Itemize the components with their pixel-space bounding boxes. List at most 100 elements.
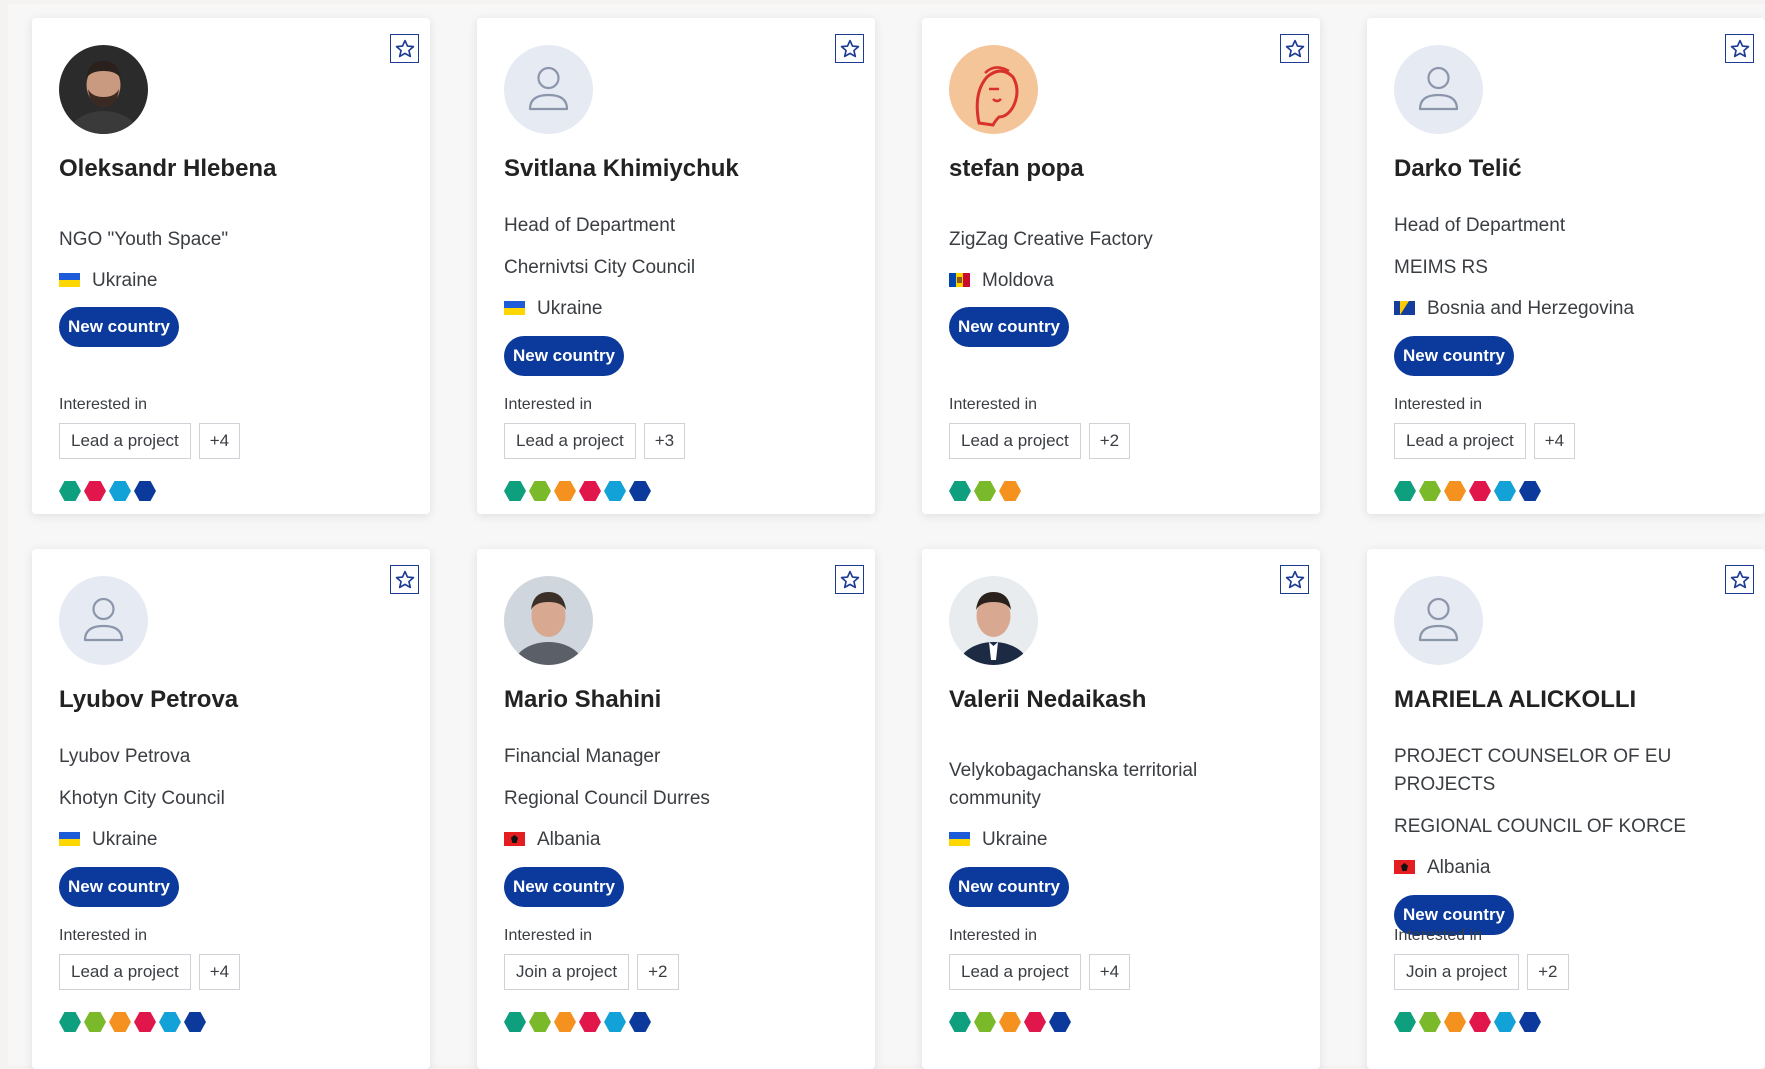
topic-orange-hexagon-icon (1444, 1012, 1466, 1032)
profile-illustration (949, 45, 1038, 134)
topic-red-hexagon-icon (1469, 481, 1491, 501)
star-icon (395, 39, 414, 57)
person-card[interactable]: stefan popa ZigZag Creative Factory Moldov… (922, 18, 1320, 514)
country-label: Ukraine (537, 298, 603, 319)
favorite-star-button[interactable] (1280, 565, 1309, 594)
person-card[interactable]: MARIELA ALICKOLLI PROJECT COUNSELOR OF EU… (1367, 549, 1765, 1069)
favorite-star-button[interactable] (835, 565, 864, 594)
placeholder-user-icon (504, 45, 593, 134)
favorite-star-button[interactable] (390, 34, 419, 63)
interested-in-label: Interested in (1394, 927, 1483, 944)
more-interests-count[interactable]: +4 (1088, 954, 1131, 990)
more-interests-count[interactable]: +4 (198, 954, 241, 990)
person-country: Bosnia and Herzegovina (1394, 295, 1734, 323)
interest-tags: Lead a project +4 (1394, 423, 1576, 459)
topic-teal-hexagon-icon (1394, 481, 1416, 501)
new-country-badge: New country (59, 867, 180, 907)
person-card[interactable]: Darko Telić Head of Department MEIMS RS Bos… (1367, 18, 1765, 514)
person-role: Lyubov Petrova (59, 746, 191, 767)
interest-tag[interactable]: Lead a project (949, 423, 1081, 459)
favorite-star-button[interactable] (835, 34, 864, 63)
placeholder-user-icon (1394, 45, 1483, 134)
topic-green-hexagon-icon (84, 1012, 106, 1032)
topic-teal-hexagon-icon (504, 1012, 526, 1032)
profile-photo (59, 45, 148, 134)
star-icon (395, 570, 414, 588)
person-name[interactable]: Valerii Nedaikash (949, 686, 1146, 714)
topic-orange-hexagon-icon (554, 481, 576, 501)
person-name[interactable]: Lyubov Petrova (59, 686, 238, 714)
person-name[interactable]: Oleksandr Hlebena (59, 155, 276, 183)
interested-in-label: Interested in (59, 396, 148, 413)
topic-dots (504, 481, 651, 501)
topic-red-hexagon-icon (134, 1012, 156, 1032)
person-card[interactable]: Oleksandr Hlebena NGO "Youth Space" Ukrain… (32, 18, 430, 514)
topic-cyan-hexagon-icon (159, 1012, 181, 1032)
interest-tags: Lead a project +2 (949, 423, 1131, 459)
more-interests-count[interactable]: +3 (643, 423, 686, 459)
topic-cyan-hexagon-icon (604, 1012, 626, 1032)
topic-green-hexagon-icon (1419, 481, 1441, 501)
topic-teal-hexagon-icon (949, 481, 971, 501)
country-label: Ukraine (92, 270, 158, 291)
person-organization: REGIONAL COUNCIL OF KORCE (1394, 816, 1687, 837)
flag-al-icon (504, 832, 525, 846)
favorite-star-button[interactable] (1280, 34, 1309, 63)
country-label: Albania (1427, 857, 1491, 878)
favorite-star-button[interactable] (390, 565, 419, 594)
country-label: Albania (537, 829, 601, 850)
more-interests-count[interactable]: +2 (1088, 423, 1131, 459)
topic-red-hexagon-icon (84, 481, 106, 501)
more-interests-count[interactable]: +2 (637, 954, 679, 990)
favorite-star-button[interactable] (1725, 34, 1754, 63)
person-name[interactable]: stefan popa (949, 155, 1084, 183)
interest-tag[interactable]: Lead a project (59, 954, 191, 990)
interest-tag[interactable]: Lead a project (504, 423, 636, 459)
topic-red-hexagon-icon (579, 1012, 601, 1032)
topic-dots (1394, 1012, 1541, 1032)
topic-cyan-hexagon-icon (109, 481, 131, 501)
person-card[interactable]: Svitlana Khimiychuk Head of Department Che… (477, 18, 875, 514)
person-name[interactable]: MARIELA ALICKOLLI (1394, 686, 1636, 714)
star-icon (1730, 570, 1749, 588)
more-interests-count[interactable]: +4 (198, 423, 241, 459)
person-card[interactable]: Lyubov Petrova Lyubov Petrova Khotyn City … (32, 549, 430, 1069)
topic-teal-hexagon-icon (949, 1012, 971, 1032)
person-name[interactable]: Mario Shahini (504, 686, 661, 714)
person-organization: Khotyn City Council (59, 788, 225, 809)
interest-tag[interactable]: Lead a project (1394, 423, 1526, 459)
person-name[interactable]: Svitlana Khimiychuk (504, 155, 739, 183)
people-card-grid: Oleksandr Hlebena NGO "Youth Space" Ukrain… (0, 0, 1765, 1069)
person-role: Head of Department (504, 215, 676, 236)
person-card[interactable]: Valerii Nedaikash Velykobagachanska terri… (922, 549, 1320, 1069)
topic-red-hexagon-icon (1469, 1012, 1491, 1032)
person-organization: ZigZag Creative Factory (949, 229, 1153, 250)
interested-in-label: Interested in (59, 927, 148, 944)
topic-orange-hexagon-icon (554, 1012, 576, 1032)
new-country-badge: New country (1394, 336, 1515, 376)
topic-red-hexagon-icon (1024, 1012, 1046, 1032)
new-country-badge: New country (504, 336, 625, 376)
flag-ua-icon (59, 273, 80, 287)
interest-tag[interactable]: Lead a project (949, 954, 1081, 990)
more-interests-count[interactable]: +2 (1527, 954, 1569, 990)
interest-tag[interactable]: Lead a project (59, 423, 191, 459)
person-card[interactable]: Mario Shahini Financial Manager Regional C… (477, 549, 875, 1069)
topic-green-hexagon-icon (974, 481, 996, 501)
person-name[interactable]: Darko Telić (1394, 155, 1522, 183)
country-label: Moldova (982, 270, 1054, 291)
topic-orange-hexagon-icon (1444, 481, 1466, 501)
favorite-star-button[interactable] (1725, 565, 1754, 594)
person-organization: Regional Council Durres (504, 788, 710, 809)
person-organization: MEIMS RS (1394, 257, 1488, 278)
interest-tags: Lead a project +4 (59, 423, 241, 459)
more-interests-count[interactable]: +4 (1533, 423, 1576, 459)
interest-tags: Lead a project +4 (59, 954, 241, 990)
topic-navy-hexagon-icon (629, 1012, 651, 1032)
interest-tag[interactable]: Join a project (1394, 954, 1520, 990)
person-country: Ukraine (59, 267, 399, 295)
topic-dots (59, 1012, 206, 1032)
topic-teal-hexagon-icon (59, 481, 81, 501)
interest-tag[interactable]: Join a project (504, 954, 630, 990)
flag-ua-icon (504, 301, 525, 315)
